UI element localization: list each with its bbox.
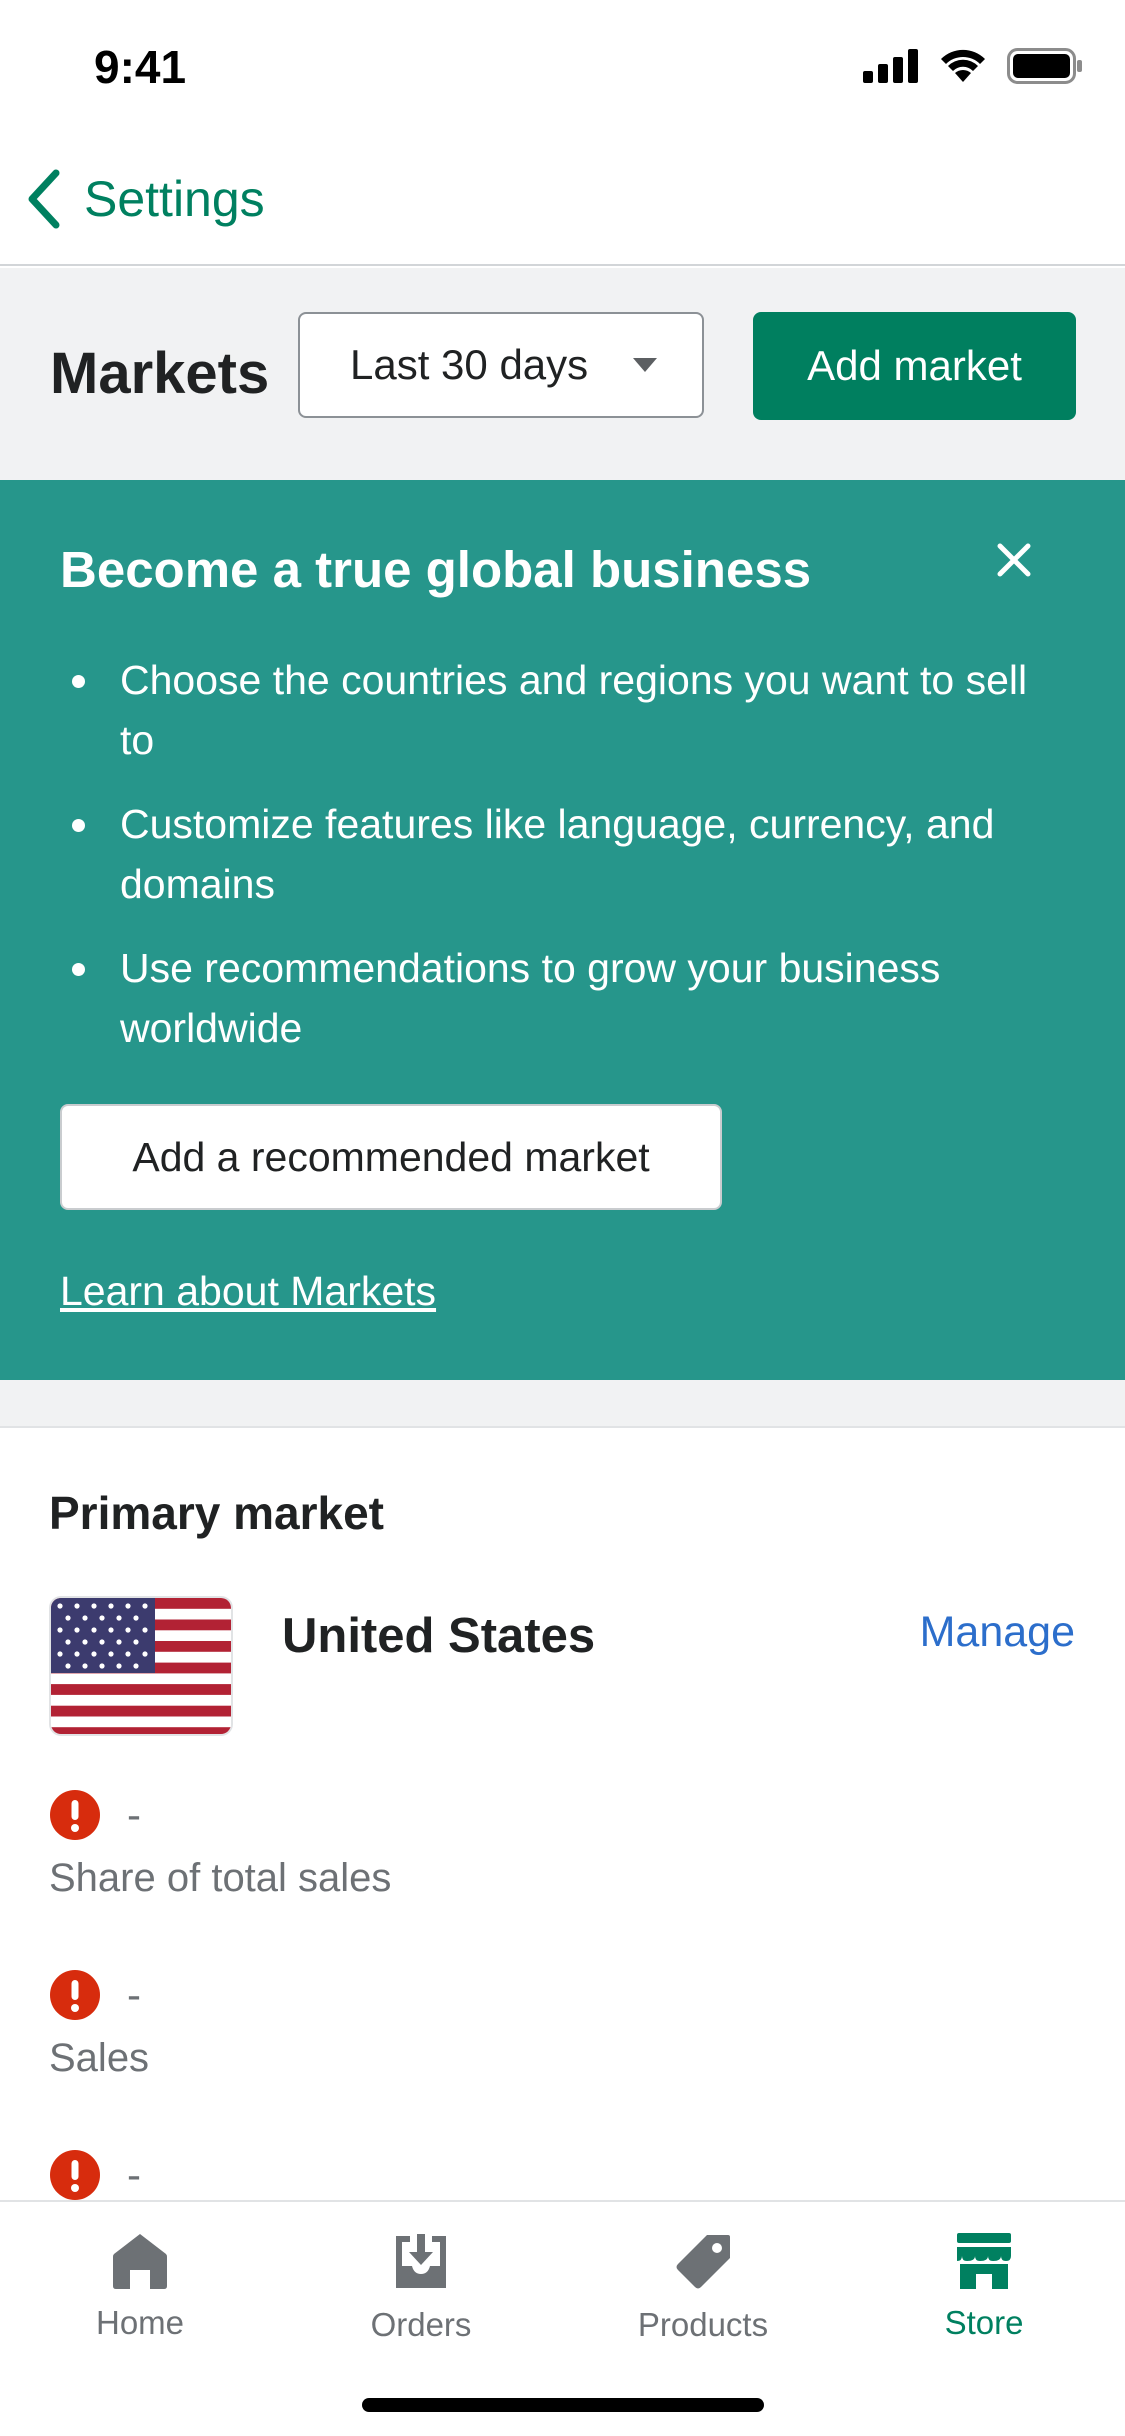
add-recommended-market-button[interactable]: Add a recommended market xyxy=(60,1104,722,1210)
date-range-select[interactable]: Last 30 days xyxy=(298,312,704,418)
add-market-button[interactable]: Add market xyxy=(753,312,1076,420)
tab-store[interactable]: Store xyxy=(884,2232,1084,2342)
status-time: 9:41 xyxy=(94,41,187,93)
bullet-text: Customize features like language, curren… xyxy=(120,801,995,907)
alert-icon xyxy=(50,1790,100,1840)
home-icon xyxy=(113,2234,167,2289)
primary-market-card: Primary market United States Manage - Sh… xyxy=(0,1428,1125,2200)
alert-icon xyxy=(50,2150,100,2200)
bullet-text: Choose the countries and regions you wan… xyxy=(120,657,1028,763)
page-header: Markets Last 30 days Add market xyxy=(0,268,1125,480)
metric-value-row: - xyxy=(49,1964,949,2026)
home-indicator[interactable] xyxy=(362,2398,764,2412)
date-range-value: Last 30 days xyxy=(350,341,589,388)
list-item: Choose the countries and regions you wan… xyxy=(60,650,1070,770)
metric-value-row: - xyxy=(49,1784,949,1846)
us-flag-graphic xyxy=(51,1598,231,1734)
cellular-signal-icon xyxy=(863,49,918,83)
tab-label: Store xyxy=(944,2304,1024,2341)
tab-products[interactable]: Products xyxy=(603,2232,803,2344)
store-icon xyxy=(957,2233,1011,2289)
bullet-dot xyxy=(72,675,85,688)
market-name: United States xyxy=(282,1609,596,1663)
metric-label: Sales xyxy=(49,2036,150,2080)
metric-label: Share of total sales xyxy=(49,1856,392,1900)
section-divider xyxy=(0,1380,1125,1428)
caret-down-icon xyxy=(633,358,657,372)
page-title: Markets xyxy=(50,341,270,406)
banner-title: Become a true global business xyxy=(60,541,812,598)
metric-share-of-total-sales: - Share of total sales xyxy=(49,1784,949,1901)
orders-icon xyxy=(396,2234,446,2288)
status-icons xyxy=(863,48,1083,84)
global-business-banner: Become a true global business Choose the… xyxy=(0,480,1125,1380)
list-item: Customize features like language, curren… xyxy=(60,794,1070,914)
battery-icon xyxy=(1007,48,1082,84)
tab-label: Home xyxy=(95,2304,185,2341)
metric-value-row: - xyxy=(49,2144,949,2206)
tab-label: Products xyxy=(637,2306,769,2343)
metric-sales: - Sales xyxy=(49,1964,949,2081)
navigation-bar: Settings xyxy=(0,132,1125,266)
back-button-label: Settings xyxy=(84,171,265,227)
metric-value: - xyxy=(127,1791,141,1838)
alert-icon xyxy=(50,1970,100,2020)
metric-third: - xyxy=(49,2144,949,2206)
bullet-text: Use recommendations to grow your busines… xyxy=(120,945,941,1051)
bullet-dot xyxy=(72,819,85,832)
learn-about-markets-link[interactable]: Learn about Markets xyxy=(60,1268,436,1315)
bullet-dot xyxy=(72,963,85,976)
manage-link[interactable]: Manage xyxy=(920,1608,1075,1657)
tab-orders[interactable]: Orders xyxy=(321,2232,521,2344)
status-bar: 9:41 xyxy=(0,0,1125,132)
chevron-left-icon xyxy=(28,169,60,229)
us-flag-icon xyxy=(49,1596,233,1736)
metric-value: - xyxy=(127,1971,141,2018)
markets-screen: 9:41 Settings Markets Last 30 days Add m… xyxy=(0,0,1125,2436)
close-icon[interactable] xyxy=(992,538,1036,582)
list-item: Use recommendations to grow your busines… xyxy=(60,938,1070,1058)
wifi-icon xyxy=(941,49,985,82)
banner-bullet-list: Choose the countries and regions you wan… xyxy=(60,650,1070,1082)
tab-label: Orders xyxy=(370,2306,472,2343)
tag-icon xyxy=(676,2235,730,2289)
back-button[interactable]: Settings xyxy=(24,164,265,234)
tab-home[interactable]: Home xyxy=(40,2232,240,2342)
metric-value: - xyxy=(127,2151,141,2198)
section-title: Primary market xyxy=(49,1487,384,1539)
